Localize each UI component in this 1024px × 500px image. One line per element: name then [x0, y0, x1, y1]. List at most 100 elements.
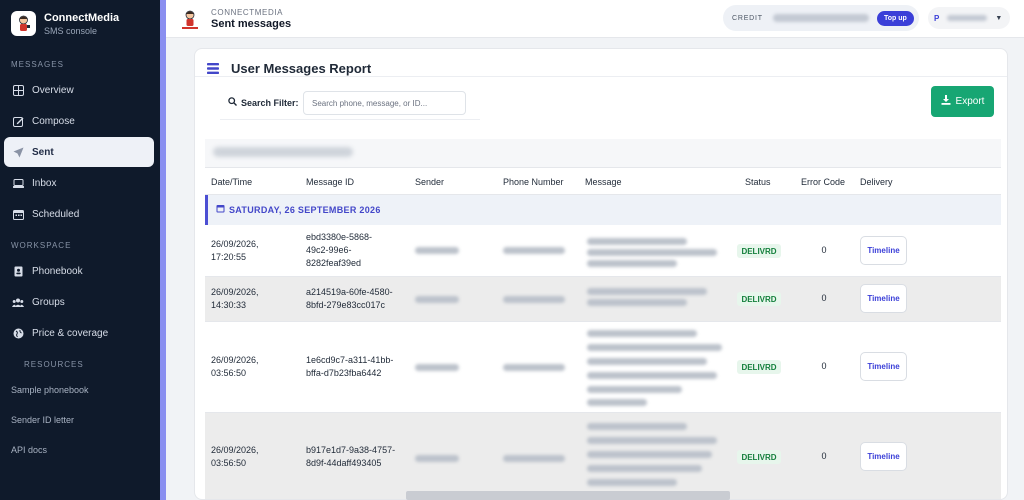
sidebar-item-label: Groups — [32, 296, 65, 308]
phone-redacted — [503, 247, 565, 254]
search-input[interactable] — [303, 91, 466, 115]
sidebar-item-label: Overview — [32, 84, 74, 96]
table-row[interactable]: 26/09/2026, 14:30:33 a214519a-60fe-4580-… — [205, 277, 1001, 322]
table-row[interactable]: 26/09/2026, 03:56:50 1e6cd9c7-a311-41bb-… — [205, 322, 1001, 413]
sidebar: ConnectMedia SMS console MESSAGES Overvi… — [0, 0, 162, 500]
sidebar-item-label: Phonebook — [32, 265, 83, 277]
sidebar-item-price-coverage[interactable]: Price & coverage — [4, 318, 154, 348]
col-sender[interactable]: Sender — [415, 177, 444, 187]
sidebar-item-compose[interactable]: Compose — [4, 106, 154, 136]
sender-redacted — [415, 247, 459, 254]
row-message-id[interactable]: b917e1d7-9a38-4757- 8d9f-44daff493405 — [306, 444, 395, 470]
header-kicker: CONNECTMEDIA — [211, 8, 284, 17]
message-redacted — [587, 358, 707, 365]
globe-icon — [12, 327, 24, 339]
address-book-icon — [12, 265, 24, 277]
table-row[interactable]: 26/09/2026, 03:56:50 b917e1d7-9a38-4757-… — [205, 413, 1001, 499]
message-redacted — [587, 386, 682, 393]
edit-icon — [12, 115, 24, 127]
sidebar-item-phonebook[interactable]: Phonebook — [4, 256, 154, 286]
brand[interactable]: ConnectMedia SMS console — [0, 0, 162, 46]
row-date: 26/09/2026, — [211, 445, 259, 455]
sender-redacted — [415, 455, 459, 462]
phone-redacted — [503, 364, 565, 371]
timeline-button[interactable]: Timeline — [860, 352, 907, 381]
sidebar-item-inbox[interactable]: Inbox — [4, 168, 154, 198]
id-line: 8bfd-279e83cc017c — [306, 300, 386, 310]
phone-redacted — [503, 296, 565, 303]
row-time: 03:56:50 — [211, 368, 247, 378]
table-row[interactable]: 26/09/2026, 17:20:55 ebd3380e-5868- 49c2… — [205, 225, 1001, 277]
col-message[interactable]: Message — [585, 177, 622, 187]
sidebar-item-label: Sent — [32, 146, 54, 158]
message-redacted — [587, 288, 707, 295]
row-time: 14:30:33 — [211, 300, 247, 310]
send-icon — [12, 146, 24, 158]
brand-logo — [11, 11, 36, 36]
row-message-id[interactable]: 1e6cd9c7-a311-41bb- bffa-d7b23fba6442 — [306, 354, 393, 380]
export-label: Export — [955, 96, 985, 107]
horizontal-scrollbar[interactable] — [406, 491, 730, 500]
status-badge: DELIVRD — [737, 292, 781, 306]
messages-table: Date/Time Message ID Sender Phone Number… — [205, 139, 1001, 499]
list-icon — [207, 62, 219, 75]
col-error-code[interactable]: Error Code — [801, 177, 845, 187]
col-phone-number[interactable]: Phone Number — [503, 177, 564, 187]
id-line: a214519a-60fe-4580- — [306, 287, 393, 297]
sidebar-item-overview[interactable]: Overview — [4, 75, 154, 105]
error-code: 0 — [821, 451, 827, 461]
error-code: 0 — [821, 245, 827, 255]
col-message-id[interactable]: Message ID — [306, 177, 354, 187]
sidebar-item-scheduled[interactable]: Scheduled — [4, 199, 154, 229]
timeline-button[interactable]: Timeline — [860, 236, 907, 265]
inbox-icon — [12, 177, 24, 189]
id-line: bffa-d7b23fba6442 — [306, 368, 382, 378]
user-menu[interactable]: P ▼ — [928, 7, 1010, 29]
sidebar-item-label: Price & coverage — [32, 327, 109, 339]
avatar: P — [934, 13, 940, 23]
message-redacted — [587, 344, 722, 351]
timeline-button[interactable]: Timeline — [860, 284, 907, 313]
row-message-id[interactable]: a214519a-60fe-4580- 8bfd-279e83cc017c — [306, 286, 393, 312]
sidebar-item-sent[interactable]: Sent — [4, 137, 154, 167]
row-date: 26/09/2026, — [211, 239, 259, 249]
id-line: 49c2-99e6- — [306, 245, 352, 255]
sidebar-item-label: Scheduled — [32, 208, 80, 220]
timeline-button[interactable]: Timeline — [860, 442, 907, 471]
message-redacted — [587, 423, 687, 430]
row-message-id[interactable]: ebd3380e-5868- 49c2-99e6- 8282feaf39ed — [306, 231, 372, 270]
col-status[interactable]: Status — [745, 177, 771, 187]
error-code: 0 — [821, 361, 827, 371]
col-delivery[interactable]: Delivery — [860, 177, 893, 187]
chevron-down-icon: ▼ — [995, 14, 1003, 22]
row-datetime: 26/09/2026, 03:56:50 — [211, 444, 259, 470]
row-date: 26/09/2026, — [211, 355, 259, 365]
phone-redacted — [503, 455, 565, 462]
message-redacted — [587, 451, 712, 458]
section-resources: RESOURCES — [24, 360, 84, 369]
status-badge: DELIVRD — [737, 244, 781, 258]
user-name-redacted — [947, 15, 988, 21]
message-redacted — [587, 465, 702, 472]
credit-value-redacted — [772, 14, 869, 22]
report-title: User Messages Report — [231, 61, 372, 76]
status-badge: DELIVRD — [737, 360, 781, 374]
resource-sender-id-letter[interactable]: Sender ID letter — [0, 405, 162, 435]
top-bar: CONNECTMEDIA Sent messages CREDIT Top up… — [166, 0, 1024, 38]
report-card: User Messages Report Search Filter: Expo… — [194, 48, 1008, 500]
col-date-time[interactable]: Date/Time — [211, 177, 252, 187]
section-messages: MESSAGES — [11, 60, 64, 69]
top-up-button[interactable]: Top up — [876, 10, 914, 26]
credit-pill: CREDIT Top up — [723, 5, 919, 31]
sidebar-item-groups[interactable]: Groups — [4, 287, 154, 317]
export-button[interactable]: Export — [931, 86, 994, 117]
id-line: b917e1d7-9a38-4757- — [306, 445, 396, 455]
message-redacted — [587, 399, 647, 406]
brand-title: ConnectMedia — [44, 11, 120, 24]
divider — [220, 119, 480, 120]
sidebar-scrollbar[interactable] — [160, 0, 166, 500]
id-line: ebd3380e-5868- — [306, 232, 373, 242]
resource-api-docs[interactable]: API docs — [0, 435, 162, 465]
table-caption-redacted — [213, 147, 353, 157]
resource-sample-phonebook[interactable]: Sample phonebook — [0, 375, 162, 405]
